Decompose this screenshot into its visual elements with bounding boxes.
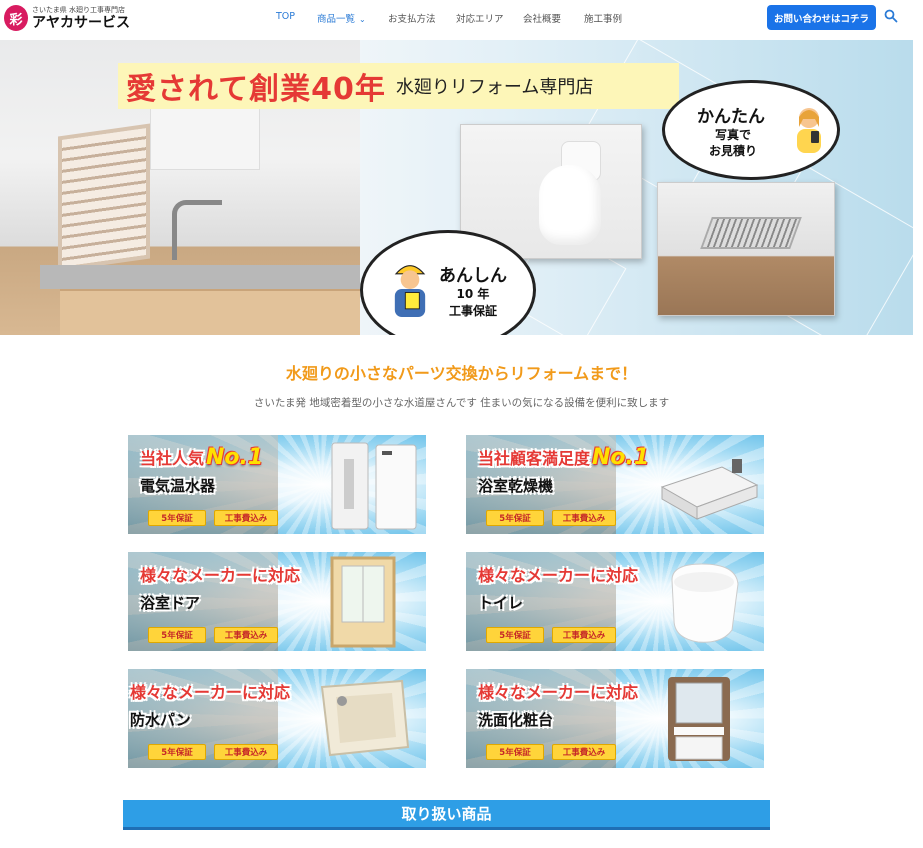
bubble-easy-title: かんたん	[697, 106, 765, 127]
card-product-name: 浴室ドア	[140, 594, 201, 612]
install-tag: 工事費込み	[552, 627, 616, 643]
bath-dryer-photo	[657, 182, 835, 316]
install-tag: 工事費込み	[214, 510, 278, 526]
card-headline: 当社人気No.1	[140, 445, 263, 470]
nav-payment[interactable]: お支払方法	[388, 11, 436, 25]
nav-products-label: 商品一覧	[317, 14, 356, 25]
bubble-easy-line2: お見積り	[708, 143, 757, 158]
card-headline: 様々なメーカーに対応	[478, 679, 638, 703]
site-header: 彩 さいたま県 水廻り工事専門店 アヤカサービス TOP 商品一覧 ⌄ お支払方法…	[0, 0, 923, 40]
card-product-name: 浴室乾燥機	[478, 477, 554, 495]
speech-bubble-easy: かんたん 写真で お見積り	[662, 80, 840, 180]
warranty-tag: 5年保証	[486, 744, 544, 760]
card-badge: No.1	[206, 445, 264, 470]
install-tag: 工事費込み	[214, 744, 278, 760]
bubble-safe-line2: 工事保証	[448, 303, 497, 318]
bath-door-image	[330, 556, 396, 648]
install-tag: 工事費込み	[552, 744, 616, 760]
bubble-safe-title: あんしん	[439, 265, 507, 286]
card-product-name: トイレ	[478, 594, 524, 612]
card-headline: 様々なメーカーに対応	[140, 562, 300, 586]
contact-button[interactable]: お問い合わせはコチラ	[767, 5, 876, 30]
counter	[40, 265, 360, 289]
worker-icon	[394, 265, 426, 317]
warranty-tag: 5年保証	[148, 627, 206, 643]
search-icon[interactable]	[884, 9, 898, 23]
section-heading-products: 取り扱い商品	[123, 800, 770, 830]
nav-company[interactable]: 会社概要	[523, 11, 561, 25]
vent-unit	[700, 217, 802, 249]
bubble-easy-line1: 写真で	[714, 127, 751, 142]
card-head-text: 様々なメーカーに対応	[140, 566, 301, 585]
logo-mark: 彩	[4, 5, 28, 31]
card-head-text: 様々なメーカーに対応	[478, 566, 639, 585]
card-head-text: 当社顧客満足度	[478, 449, 591, 468]
faucet	[172, 200, 222, 260]
card-head-text: 様々なメーカーに対応	[478, 683, 639, 702]
card-headline: 様々なメーカーに対応	[478, 562, 638, 586]
card-product-name: 洗面化粧台	[478, 711, 554, 729]
chevron-down-icon: ⌄	[359, 15, 366, 24]
product-card-vanity[interactable]: 様々なメーカーに対応 洗面化粧台 5年保証 工事費込み	[466, 669, 764, 768]
site-logo[interactable]: 彩 さいたま県 水廻り工事専門店 アヤカサービス	[4, 5, 130, 31]
headline-main: 愛されて創業40年	[126, 72, 386, 107]
install-tag: 工事費込み	[552, 510, 616, 526]
bath-dryer-image	[660, 459, 759, 520]
warranty-tag: 5年保証	[148, 510, 206, 526]
toilet-image	[671, 563, 739, 643]
card-headline: 様々なメーカーに対応	[130, 679, 290, 703]
product-card-bath-dryer[interactable]: 当社顧客満足度No.1 浴室乾燥機 5年保証 工事費込み	[466, 435, 764, 534]
product-card-waterproof-pan[interactable]: 様々なメーカーに対応 防水パン 5年保証 工事費込み	[128, 669, 426, 768]
logo-tagline: さいたま県 水廻り工事専門店	[32, 5, 126, 14]
hero-headline: 愛されて創業40年 水廻りリフォーム専門店	[118, 63, 679, 109]
card-product-name: 防水パン	[130, 711, 191, 729]
nav-top[interactable]: TOP	[276, 11, 295, 22]
product-card-toilet[interactable]: 様々なメーカーに対応 トイレ 5年保証 工事費込み	[466, 552, 764, 651]
section-subtitle: 水廻りの小さなパーツ交換からリフォームまで！	[285, 364, 638, 383]
card-product-name: 電気温水器	[140, 477, 216, 495]
section-lead: さいたま発 地域密着型の小さな水道屋さんです 住まいの気になる設備を便利に致しま…	[253, 397, 670, 409]
logo-name: アヤカサービス	[32, 14, 130, 31]
card-head-text: 様々なメーカーに対応	[130, 683, 291, 702]
nav-cases[interactable]: 施工事例	[584, 11, 622, 25]
nav-area[interactable]: 対応エリア	[456, 11, 504, 25]
card-head-text: 当社人気	[140, 449, 205, 468]
install-tag: 工事費込み	[214, 627, 278, 643]
vanity-image	[668, 677, 730, 761]
cabinet	[60, 289, 360, 335]
warranty-tag: 5年保証	[148, 744, 206, 760]
bubble-safe-line1: 10 年	[456, 286, 490, 301]
product-card-bath-door[interactable]: 様々なメーカーに対応 浴室ドア 5年保証 工事費込み	[128, 552, 426, 651]
range-hood	[150, 100, 260, 170]
headline-sub: 水廻りリフォーム専門店	[395, 77, 594, 98]
card-headline: 当社顧客満足度No.1	[478, 445, 649, 470]
warranty-tag: 5年保証	[486, 510, 544, 526]
waterproof-pan-image	[320, 679, 410, 757]
warranty-tag: 5年保証	[486, 627, 544, 643]
hero-banner: 愛されて創業40年 水廻りリフォーム専門店 かんたん 写真で お見積り あんしん…	[0, 40, 913, 335]
water-heater-image	[331, 442, 417, 530]
card-badge: No.1	[592, 445, 650, 470]
woman-phone-icon	[797, 108, 821, 153]
product-card-water-heater[interactable]: 当社人気No.1 電気温水器 5年保証 工事費込み	[128, 435, 426, 534]
dish-rack	[58, 123, 150, 272]
nav-products[interactable]: 商品一覧 ⌄	[317, 11, 366, 25]
toilet-bowl	[539, 165, 601, 245]
